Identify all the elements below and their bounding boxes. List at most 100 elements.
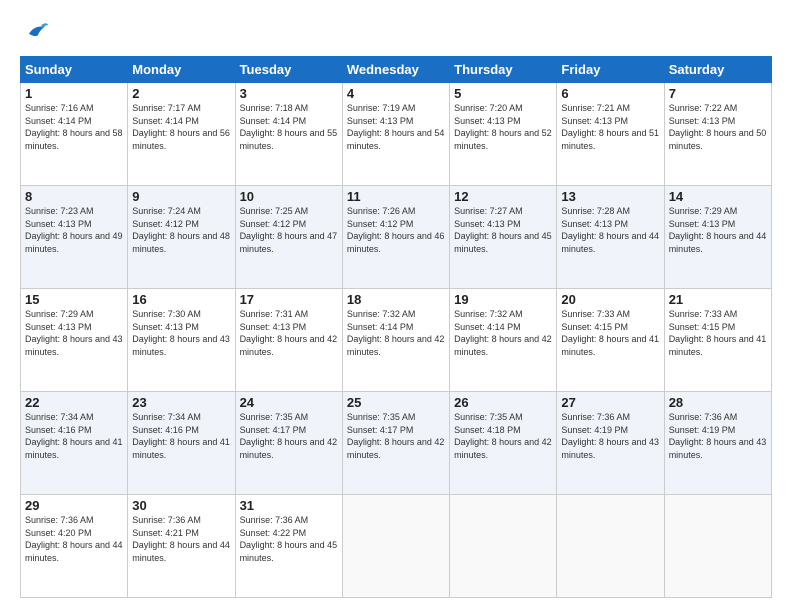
day-info: Sunrise: 7:26 AMSunset: 4:12 PMDaylight:… — [347, 206, 445, 254]
day-info: Sunrise: 7:36 AMSunset: 4:19 PMDaylight:… — [561, 412, 659, 460]
day-cell: 3 Sunrise: 7:18 AMSunset: 4:14 PMDayligh… — [235, 83, 342, 186]
day-number: 24 — [240, 395, 338, 410]
header-day-friday: Friday — [557, 57, 664, 83]
header — [20, 18, 772, 46]
week-row-4: 22 Sunrise: 7:34 AMSunset: 4:16 PMDaylig… — [21, 392, 772, 495]
day-number: 29 — [25, 498, 123, 513]
day-cell: 30 Sunrise: 7:36 AMSunset: 4:21 PMDaylig… — [128, 495, 235, 598]
day-number: 7 — [669, 86, 767, 101]
day-info: Sunrise: 7:19 AMSunset: 4:13 PMDaylight:… — [347, 103, 445, 151]
header-row: SundayMondayTuesdayWednesdayThursdayFrid… — [21, 57, 772, 83]
day-cell: 14 Sunrise: 7:29 AMSunset: 4:13 PMDaylig… — [664, 186, 771, 289]
day-number: 12 — [454, 189, 552, 204]
day-number: 18 — [347, 292, 445, 307]
week-row-3: 15 Sunrise: 7:29 AMSunset: 4:13 PMDaylig… — [21, 289, 772, 392]
day-info: Sunrise: 7:22 AMSunset: 4:13 PMDaylight:… — [669, 103, 767, 151]
day-cell: 24 Sunrise: 7:35 AMSunset: 4:17 PMDaylig… — [235, 392, 342, 495]
day-cell: 13 Sunrise: 7:28 AMSunset: 4:13 PMDaylig… — [557, 186, 664, 289]
day-number: 17 — [240, 292, 338, 307]
day-info: Sunrise: 7:35 AMSunset: 4:17 PMDaylight:… — [240, 412, 338, 460]
day-cell: 26 Sunrise: 7:35 AMSunset: 4:18 PMDaylig… — [450, 392, 557, 495]
day-number: 8 — [25, 189, 123, 204]
day-cell: 10 Sunrise: 7:25 AMSunset: 4:12 PMDaylig… — [235, 186, 342, 289]
day-info: Sunrise: 7:25 AMSunset: 4:12 PMDaylight:… — [240, 206, 338, 254]
day-cell: 17 Sunrise: 7:31 AMSunset: 4:13 PMDaylig… — [235, 289, 342, 392]
day-cell: 28 Sunrise: 7:36 AMSunset: 4:19 PMDaylig… — [664, 392, 771, 495]
day-number: 10 — [240, 189, 338, 204]
logo — [20, 18, 50, 46]
day-info: Sunrise: 7:29 AMSunset: 4:13 PMDaylight:… — [25, 309, 123, 357]
header-day-monday: Monday — [128, 57, 235, 83]
day-cell — [664, 495, 771, 598]
day-cell — [557, 495, 664, 598]
day-cell: 7 Sunrise: 7:22 AMSunset: 4:13 PMDayligh… — [664, 83, 771, 186]
day-info: Sunrise: 7:27 AMSunset: 4:13 PMDaylight:… — [454, 206, 552, 254]
day-number: 14 — [669, 189, 767, 204]
day-number: 16 — [132, 292, 230, 307]
day-cell: 11 Sunrise: 7:26 AMSunset: 4:12 PMDaylig… — [342, 186, 449, 289]
day-cell — [450, 495, 557, 598]
week-row-1: 1 Sunrise: 7:16 AMSunset: 4:14 PMDayligh… — [21, 83, 772, 186]
day-cell: 15 Sunrise: 7:29 AMSunset: 4:13 PMDaylig… — [21, 289, 128, 392]
day-info: Sunrise: 7:36 AMSunset: 4:19 PMDaylight:… — [669, 412, 767, 460]
day-info: Sunrise: 7:16 AMSunset: 4:14 PMDaylight:… — [25, 103, 123, 151]
day-number: 5 — [454, 86, 552, 101]
day-number: 27 — [561, 395, 659, 410]
day-number: 13 — [561, 189, 659, 204]
calendar-table: SundayMondayTuesdayWednesdayThursdayFrid… — [20, 56, 772, 598]
day-number: 30 — [132, 498, 230, 513]
day-cell: 8 Sunrise: 7:23 AMSunset: 4:13 PMDayligh… — [21, 186, 128, 289]
day-number: 2 — [132, 86, 230, 101]
day-number: 20 — [561, 292, 659, 307]
header-day-wednesday: Wednesday — [342, 57, 449, 83]
day-info: Sunrise: 7:32 AMSunset: 4:14 PMDaylight:… — [347, 309, 445, 357]
day-number: 19 — [454, 292, 552, 307]
day-info: Sunrise: 7:36 AMSunset: 4:21 PMDaylight:… — [132, 515, 230, 563]
day-number: 15 — [25, 292, 123, 307]
day-cell: 22 Sunrise: 7:34 AMSunset: 4:16 PMDaylig… — [21, 392, 128, 495]
day-cell: 20 Sunrise: 7:33 AMSunset: 4:15 PMDaylig… — [557, 289, 664, 392]
day-cell — [342, 495, 449, 598]
day-number: 28 — [669, 395, 767, 410]
day-cell: 27 Sunrise: 7:36 AMSunset: 4:19 PMDaylig… — [557, 392, 664, 495]
day-info: Sunrise: 7:21 AMSunset: 4:13 PMDaylight:… — [561, 103, 659, 151]
page: SundayMondayTuesdayWednesdayThursdayFrid… — [0, 0, 792, 612]
week-row-5: 29 Sunrise: 7:36 AMSunset: 4:20 PMDaylig… — [21, 495, 772, 598]
day-info: Sunrise: 7:34 AMSunset: 4:16 PMDaylight:… — [132, 412, 230, 460]
day-cell: 19 Sunrise: 7:32 AMSunset: 4:14 PMDaylig… — [450, 289, 557, 392]
header-day-sunday: Sunday — [21, 57, 128, 83]
day-cell: 21 Sunrise: 7:33 AMSunset: 4:15 PMDaylig… — [664, 289, 771, 392]
day-info: Sunrise: 7:17 AMSunset: 4:14 PMDaylight:… — [132, 103, 230, 151]
day-info: Sunrise: 7:32 AMSunset: 4:14 PMDaylight:… — [454, 309, 552, 357]
day-info: Sunrise: 7:33 AMSunset: 4:15 PMDaylight:… — [669, 309, 767, 357]
day-cell: 23 Sunrise: 7:34 AMSunset: 4:16 PMDaylig… — [128, 392, 235, 495]
day-info: Sunrise: 7:29 AMSunset: 4:13 PMDaylight:… — [669, 206, 767, 254]
header-day-saturday: Saturday — [664, 57, 771, 83]
day-cell: 12 Sunrise: 7:27 AMSunset: 4:13 PMDaylig… — [450, 186, 557, 289]
day-cell: 16 Sunrise: 7:30 AMSunset: 4:13 PMDaylig… — [128, 289, 235, 392]
header-day-thursday: Thursday — [450, 57, 557, 83]
day-info: Sunrise: 7:33 AMSunset: 4:15 PMDaylight:… — [561, 309, 659, 357]
day-info: Sunrise: 7:35 AMSunset: 4:17 PMDaylight:… — [347, 412, 445, 460]
day-number: 6 — [561, 86, 659, 101]
week-row-2: 8 Sunrise: 7:23 AMSunset: 4:13 PMDayligh… — [21, 186, 772, 289]
day-number: 3 — [240, 86, 338, 101]
day-number: 23 — [132, 395, 230, 410]
day-number: 11 — [347, 189, 445, 204]
day-info: Sunrise: 7:34 AMSunset: 4:16 PMDaylight:… — [25, 412, 123, 460]
day-cell: 4 Sunrise: 7:19 AMSunset: 4:13 PMDayligh… — [342, 83, 449, 186]
day-number: 22 — [25, 395, 123, 410]
day-cell: 2 Sunrise: 7:17 AMSunset: 4:14 PMDayligh… — [128, 83, 235, 186]
day-info: Sunrise: 7:24 AMSunset: 4:12 PMDaylight:… — [132, 206, 230, 254]
day-info: Sunrise: 7:31 AMSunset: 4:13 PMDaylight:… — [240, 309, 338, 357]
day-number: 31 — [240, 498, 338, 513]
day-cell: 18 Sunrise: 7:32 AMSunset: 4:14 PMDaylig… — [342, 289, 449, 392]
day-info: Sunrise: 7:36 AMSunset: 4:22 PMDaylight:… — [240, 515, 338, 563]
day-cell: 5 Sunrise: 7:20 AMSunset: 4:13 PMDayligh… — [450, 83, 557, 186]
day-info: Sunrise: 7:30 AMSunset: 4:13 PMDaylight:… — [132, 309, 230, 357]
day-number: 21 — [669, 292, 767, 307]
day-info: Sunrise: 7:20 AMSunset: 4:13 PMDaylight:… — [454, 103, 552, 151]
header-day-tuesday: Tuesday — [235, 57, 342, 83]
day-cell: 9 Sunrise: 7:24 AMSunset: 4:12 PMDayligh… — [128, 186, 235, 289]
day-number: 1 — [25, 86, 123, 101]
